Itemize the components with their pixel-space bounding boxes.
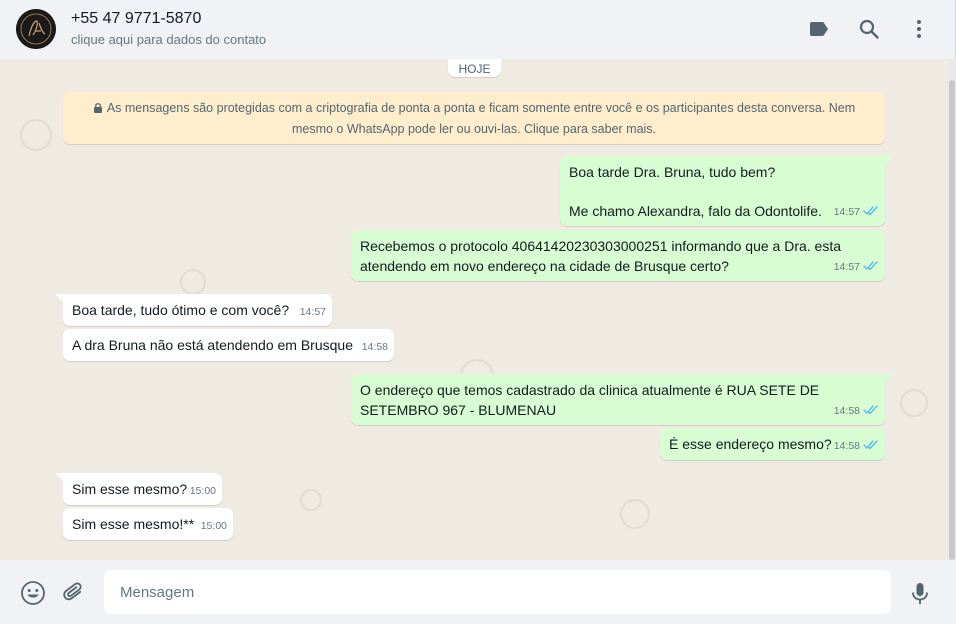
search-icon[interactable] bbox=[857, 17, 881, 41]
bubble-tail bbox=[55, 473, 63, 481]
message-text: Me chamo Alexandra, falo da Odontolife. bbox=[569, 203, 822, 219]
message-outgoing[interactable]: O endereço que temos cadastrado da clini… bbox=[351, 374, 893, 425]
wallpaper-doodle bbox=[180, 269, 206, 295]
menu-icon[interactable] bbox=[907, 17, 931, 41]
avatar-logo-icon bbox=[16, 9, 56, 49]
bubble-tail bbox=[55, 294, 63, 302]
message-time: 14:58 bbox=[361, 341, 388, 353]
message-time: 14:57 bbox=[833, 261, 860, 273]
message-text: O endereço que temos cadastrado da clini… bbox=[360, 382, 820, 418]
message-input[interactable] bbox=[104, 570, 891, 614]
contact-info-hint[interactable]: clique aqui para dados do contato bbox=[71, 32, 266, 47]
wallpaper-doodle bbox=[620, 499, 650, 529]
message-list[interactable]: HOJE As mensagens são protegidas com a c… bbox=[0, 59, 948, 560]
encryption-text: As mensagens são protegidas com a cripto… bbox=[106, 101, 856, 136]
contact-avatar[interactable] bbox=[16, 9, 56, 49]
message-incoming[interactable]: Sim esse mesmo? 15:00 bbox=[55, 473, 222, 505]
message-outgoing[interactable]: Recebemos o protocolo 406414202303030002… bbox=[351, 230, 885, 281]
message-time: 15:00 bbox=[189, 485, 216, 497]
chat-header[interactable]: +55 47 9771-5870 clique aqui para dados … bbox=[0, 0, 956, 59]
message-time: 15:00 bbox=[200, 520, 227, 532]
compose-bar bbox=[0, 560, 956, 624]
emoji-icon[interactable] bbox=[20, 580, 46, 606]
read-ticks-icon bbox=[863, 206, 878, 216]
microphone-icon[interactable] bbox=[907, 580, 933, 606]
encryption-notice[interactable]: As mensagens são protegidas com a cripto… bbox=[63, 92, 885, 144]
bubble-tail bbox=[885, 156, 893, 164]
message-text: A dra Bruna não está atendendo em Brusqu… bbox=[72, 337, 353, 353]
message-meta: 14:57 bbox=[834, 257, 879, 277]
lock-icon bbox=[93, 103, 102, 113]
message-outgoing[interactable]: Boa tarde Dra. Bruna, tudo bem? Me chamo… bbox=[560, 156, 893, 226]
message-time: 14:57 bbox=[833, 206, 860, 218]
message-meta: 14:58 bbox=[834, 401, 879, 421]
attach-icon[interactable] bbox=[61, 580, 87, 606]
chat-scrollbar-thumb[interactable] bbox=[949, 80, 955, 560]
message-text: Recebemos o protocolo 406414202303030002… bbox=[360, 238, 842, 274]
message-time: 14:58 bbox=[833, 440, 860, 452]
message-time: 14:57 bbox=[299, 306, 326, 318]
message-meta: 14:58 bbox=[834, 436, 879, 456]
bubble-tail bbox=[885, 374, 893, 382]
read-ticks-icon bbox=[863, 261, 878, 271]
label-icon[interactable] bbox=[807, 17, 831, 41]
wallpaper-doodle bbox=[20, 119, 52, 151]
message-meta: 14:57 bbox=[834, 202, 879, 222]
wallpaper-doodle bbox=[900, 389, 928, 417]
wallpaper-doodle bbox=[300, 489, 322, 511]
date-divider: HOJE bbox=[448, 59, 501, 77]
message-incoming[interactable]: Boa tarde, tudo ótimo e com você? 14:57 bbox=[55, 294, 332, 326]
message-text: Boa tarde Dra. Bruna, tudo bem? bbox=[569, 164, 776, 180]
message-incoming[interactable]: A dra Bruna não está atendendo em Brusqu… bbox=[63, 329, 394, 361]
message-text: Boa tarde, tudo ótimo e com você? bbox=[72, 302, 290, 318]
contact-name[interactable]: +55 47 9771-5870 bbox=[71, 10, 201, 28]
message-outgoing[interactable]: É esse endereço mesmo? 14:58 bbox=[660, 428, 885, 460]
read-ticks-icon bbox=[863, 405, 878, 415]
read-ticks-icon bbox=[863, 440, 878, 450]
message-incoming[interactable]: Sim esse mesmo!** 15:00 bbox=[63, 508, 233, 540]
message-time: 14:58 bbox=[833, 405, 860, 417]
